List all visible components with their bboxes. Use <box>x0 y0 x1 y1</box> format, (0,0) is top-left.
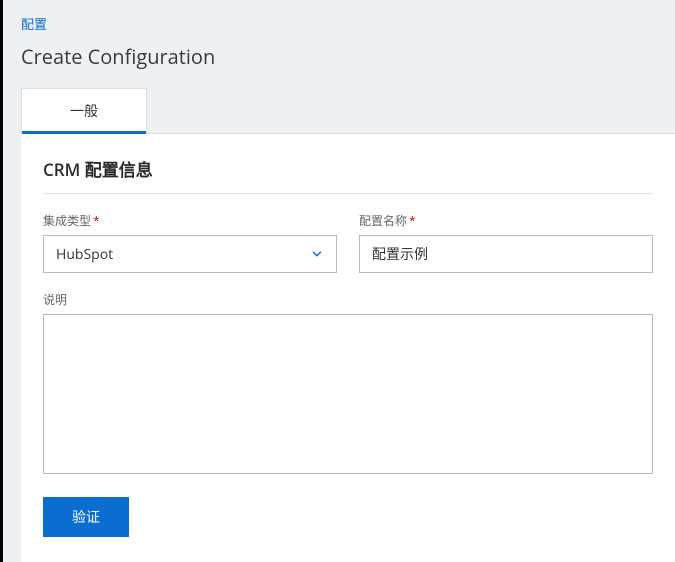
label-integration-type: 集成类型 * <box>43 212 337 229</box>
label-integration-type-text: 集成类型 <box>43 212 91 229</box>
field-description: 说明 <box>43 291 653 479</box>
tabbar: 一般 <box>3 88 675 133</box>
label-config-name-text: 配置名称 <box>359 212 407 229</box>
config-name-input[interactable] <box>372 236 640 272</box>
form-row-1: 集成类型 * HubSpot 配置名称 * <box>43 212 653 273</box>
required-marker: * <box>93 212 100 229</box>
integration-type-select[interactable]: HubSpot <box>43 235 337 273</box>
required-marker: * <box>409 212 416 229</box>
field-config-name: 配置名称 * <box>359 212 653 273</box>
description-textarea[interactable] <box>43 314 653 474</box>
label-config-name: 配置名称 * <box>359 212 653 229</box>
breadcrumb: 配置 <box>3 0 675 39</box>
label-description: 说明 <box>43 291 653 308</box>
section-title: CRM 配置信息 <box>43 156 653 194</box>
field-integration-type: 集成类型 * HubSpot <box>43 212 337 273</box>
form-panel: CRM 配置信息 集成类型 * HubSpot 配置名称 * <box>21 133 675 562</box>
label-description-text: 说明 <box>43 291 67 308</box>
page-title: Create Configuration <box>3 39 675 88</box>
verify-button[interactable]: 验证 <box>43 497 129 537</box>
config-page: 配置 Create Configuration 一般 CRM 配置信息 集成类型… <box>0 0 675 562</box>
breadcrumb-root[interactable]: 配置 <box>21 15 47 33</box>
integration-type-value: HubSpot <box>56 245 113 264</box>
chevron-down-icon <box>310 247 324 261</box>
tab-general[interactable]: 一般 <box>21 88 147 133</box>
config-name-input-wrap <box>359 235 653 273</box>
